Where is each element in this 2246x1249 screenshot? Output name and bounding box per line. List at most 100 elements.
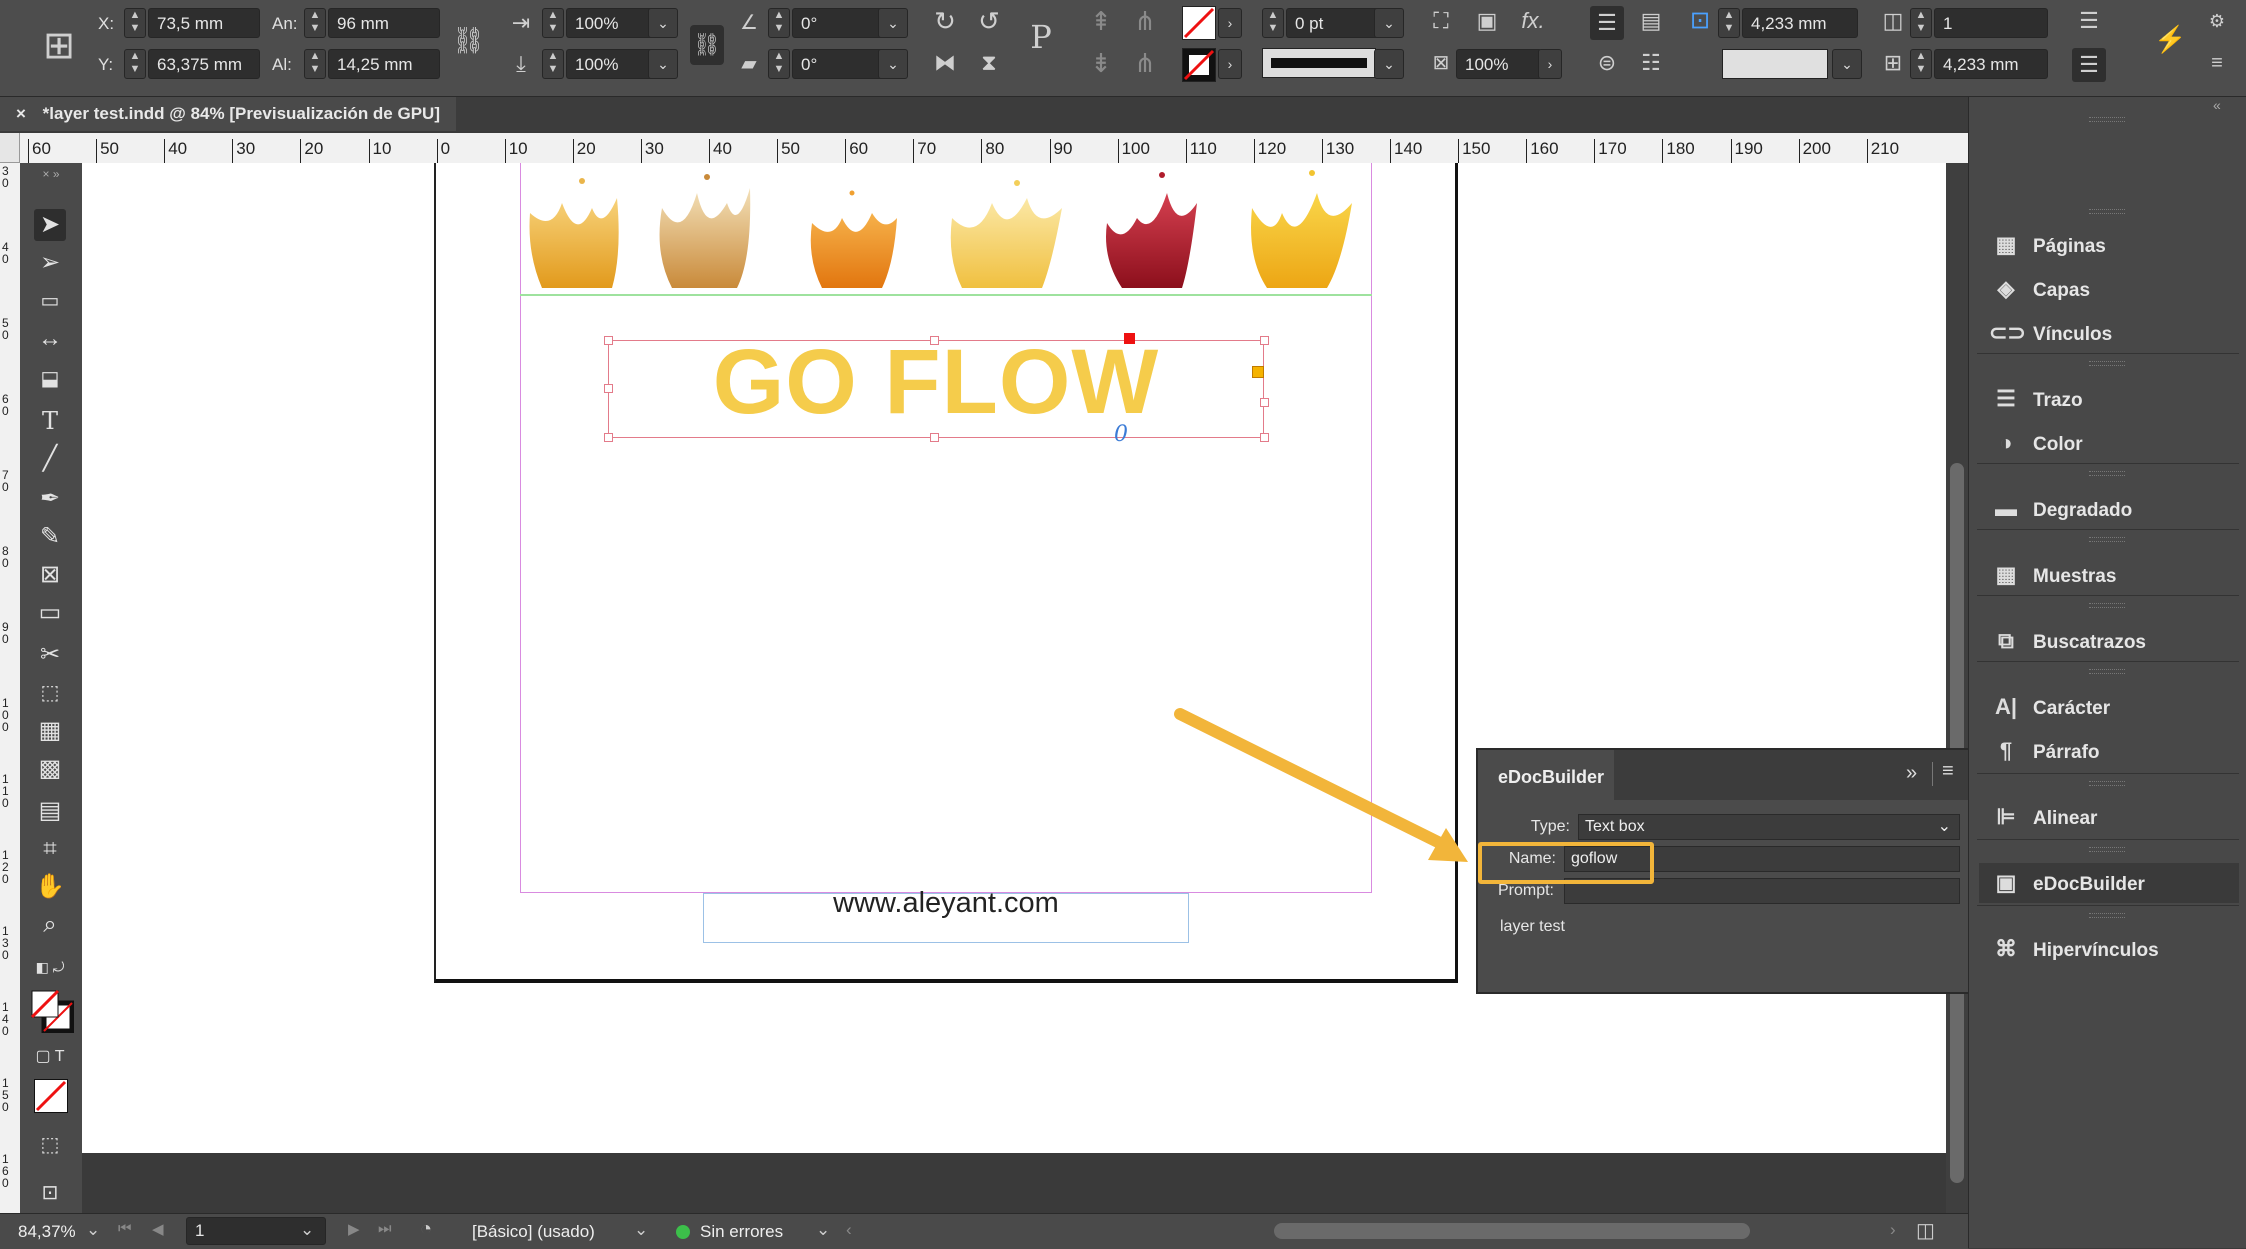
- vertical-justify-icon[interactable]: ☷: [1634, 48, 1668, 78]
- constrain-proportions-icon[interactable]: ⛓: [452, 25, 485, 55]
- fill-swatch[interactable]: [1182, 6, 1216, 40]
- ruler-origin[interactable]: [0, 133, 20, 163]
- scale-x-dropdown[interactable]: ⌄: [648, 8, 678, 38]
- swatch-dropdown[interactable]: ⌄: [1832, 49, 1862, 79]
- master-dropdown-icon[interactable]: ⌄: [634, 1220, 648, 1240]
- panel-item-hyperlinks[interactable]: ⌘ Hipervínculos: [1989, 929, 2239, 969]
- collapse-panel-icon[interactable]: »: [1906, 762, 1917, 785]
- panel-item-layers[interactable]: ◈ Capas: [1989, 269, 2239, 309]
- stroke-type-dropdown[interactable]: ⌄: [1374, 49, 1404, 79]
- gradient-feather-tool-icon[interactable]: ▩: [34, 753, 66, 785]
- align-text-icon[interactable]: ☰: [2072, 6, 2106, 36]
- stroke-weight-stepper[interactable]: ▲ ▼: [1262, 8, 1284, 38]
- rotation-stepper[interactable]: ▲ ▼: [768, 8, 790, 38]
- opacity-menu-button[interactable]: ›: [1538, 49, 1562, 79]
- auto-size-icon[interactable]: ⊜: [1590, 48, 1624, 78]
- columns-stepper[interactable]: ▲ ▼: [1910, 8, 1932, 38]
- apply-none-icon[interactable]: [34, 1079, 68, 1113]
- panel-group-grip[interactable]: [2089, 117, 2125, 122]
- pen-tool-icon[interactable]: ✒: [34, 483, 66, 515]
- document-tab[interactable]: × *layer test.indd @ 84% [Previsualizaci…: [0, 97, 456, 131]
- selection-tool-icon[interactable]: ➤: [34, 209, 66, 241]
- panel-item-swatches[interactable]: ▦ Muestras: [1989, 555, 2239, 595]
- shear-dropdown[interactable]: ⌄: [878, 49, 908, 79]
- master-page-label[interactable]: [Básico] (usado): [472, 1222, 595, 1242]
- panel-group-grip[interactable]: [2089, 603, 2125, 608]
- eyedropper-tool-icon[interactable]: ⌗: [34, 833, 66, 865]
- juice-splash-image[interactable]: [522, 163, 1372, 295]
- rectangle-tool-icon[interactable]: ▭: [34, 597, 66, 629]
- url-text[interactable]: www.aleyant.com: [703, 887, 1189, 920]
- y-field[interactable]: 63,375 mm: [148, 49, 260, 79]
- container-text-toggle-icon[interactable]: ▢ T: [34, 1041, 66, 1073]
- gutter-stepper[interactable]: ▲ ▼: [1910, 49, 1932, 79]
- panel-item-edocbuilder[interactable]: ▣ eDocBuilder: [1979, 863, 2239, 903]
- y-stepper[interactable]: ▲ ▼: [124, 49, 146, 79]
- select-container-icon[interactable]: ⇞: [1084, 6, 1118, 36]
- page-tool-icon[interactable]: ▭: [34, 285, 66, 317]
- panel-group-grip[interactable]: [2089, 361, 2125, 366]
- note-tool-icon[interactable]: ▤: [34, 795, 66, 827]
- rotate-ccw-icon[interactable]: ↺: [972, 6, 1006, 36]
- panel-item-align[interactable]: ⊫ Alinear: [1989, 797, 2239, 837]
- settings-gear-icon[interactable]: ⚙: [2202, 6, 2232, 36]
- frame-handle-tl[interactable]: [604, 336, 613, 345]
- stroke-weight-field[interactable]: 0 pt: [1286, 8, 1382, 38]
- link-scale-icon[interactable]: ⛓: [690, 25, 724, 65]
- hand-tool-icon[interactable]: ✋: [34, 871, 66, 903]
- scale-y-dropdown[interactable]: ⌄: [648, 49, 678, 79]
- panel-item-gradient[interactable]: ▬ Degradado: [1989, 489, 2239, 529]
- justify-text-icon[interactable]: ☰: [2072, 48, 2106, 82]
- page-dropdown-icon[interactable]: ⌄: [300, 1220, 314, 1240]
- gap-tool-icon[interactable]: ↔: [34, 323, 66, 355]
- inset-spacing-icon[interactable]: ⊡: [1684, 6, 1716, 40]
- panel-item-pages[interactable]: ▦ Páginas: [1989, 225, 2239, 265]
- rectangle-frame-tool-icon[interactable]: ⊠: [34, 559, 66, 591]
- type-tool-icon[interactable]: T: [34, 405, 66, 437]
- fill-stroke-selector[interactable]: [30, 989, 75, 1034]
- next-page-icon[interactable]: ▶: [348, 1220, 360, 1238]
- text-frame-options-icon[interactable]: ☰: [1590, 6, 1624, 40]
- frame-handle-bc[interactable]: [930, 433, 939, 442]
- scale-y-stepper[interactable]: ▲ ▼: [542, 49, 564, 79]
- effects-fx-icon[interactable]: fx.: [1516, 6, 1550, 36]
- inset-top-stepper[interactable]: ▲ ▼: [1718, 8, 1740, 38]
- panel-group-grip[interactable]: [2089, 781, 2125, 786]
- opacity-field[interactable]: 100%: [1456, 49, 1542, 79]
- x-stepper[interactable]: ▲ ▼: [124, 8, 146, 38]
- scroll-left-icon[interactable]: ‹: [846, 1220, 852, 1240]
- panel-group-grip[interactable]: [2089, 209, 2125, 214]
- preflight-profile-icon[interactable]: ◔: [420, 1218, 432, 1241]
- preflight-status[interactable]: Sin errores: [700, 1222, 783, 1242]
- gutter-field[interactable]: 4,233 mm: [1934, 49, 2048, 79]
- panel-item-color[interactable]: ◑ Color: [1989, 423, 2239, 463]
- prev-page-icon[interactable]: ◀: [152, 1220, 164, 1238]
- select-next-icon[interactable]: ⋔: [1128, 48, 1162, 78]
- width-stepper[interactable]: ▲ ▼: [304, 8, 326, 38]
- rotation-dropdown[interactable]: ⌄: [878, 8, 908, 38]
- frame-handle-mr[interactable]: [1260, 398, 1269, 407]
- gradient-swatch-tool-icon[interactable]: ▦: [34, 715, 66, 747]
- frame-handle-ml[interactable]: [604, 384, 613, 393]
- frame-handle-br[interactable]: [1260, 433, 1269, 442]
- inset-top-field[interactable]: 4,233 mm: [1742, 8, 1858, 38]
- panel-group-grip[interactable]: [2089, 669, 2125, 674]
- selected-text-frame[interactable]: [608, 340, 1264, 438]
- panel-group-grip[interactable]: [2089, 537, 2125, 542]
- last-page-icon[interactable]: ⏭: [378, 1220, 392, 1237]
- panel-item-paragraph[interactable]: ¶ Párrafo: [1989, 731, 2239, 771]
- panel-options-icon[interactable]: ≡: [1942, 760, 1954, 783]
- panel-group-grip[interactable]: [2089, 471, 2125, 476]
- panel-group-grip[interactable]: [2089, 847, 2125, 852]
- panel-menu-icon[interactable]: ≡: [2202, 48, 2232, 78]
- p-flip-icon[interactable]: P: [1016, 21, 1066, 53]
- panel-item-links[interactable]: ⊂⊃ Vínculos: [1989, 313, 2239, 353]
- out-port-marker[interactable]: [1124, 333, 1135, 344]
- view-options-icon[interactable]: ⊡: [34, 1177, 66, 1209]
- rotate-cw-icon[interactable]: ↻: [928, 6, 962, 36]
- first-page-icon[interactable]: ⏮: [118, 1220, 132, 1237]
- shear-stepper[interactable]: ▲ ▼: [768, 49, 790, 79]
- preflight-dropdown-icon[interactable]: ⌄: [816, 1220, 830, 1240]
- color-swatch-field[interactable]: [1722, 49, 1828, 79]
- rotation-field[interactable]: 0°: [792, 8, 884, 38]
